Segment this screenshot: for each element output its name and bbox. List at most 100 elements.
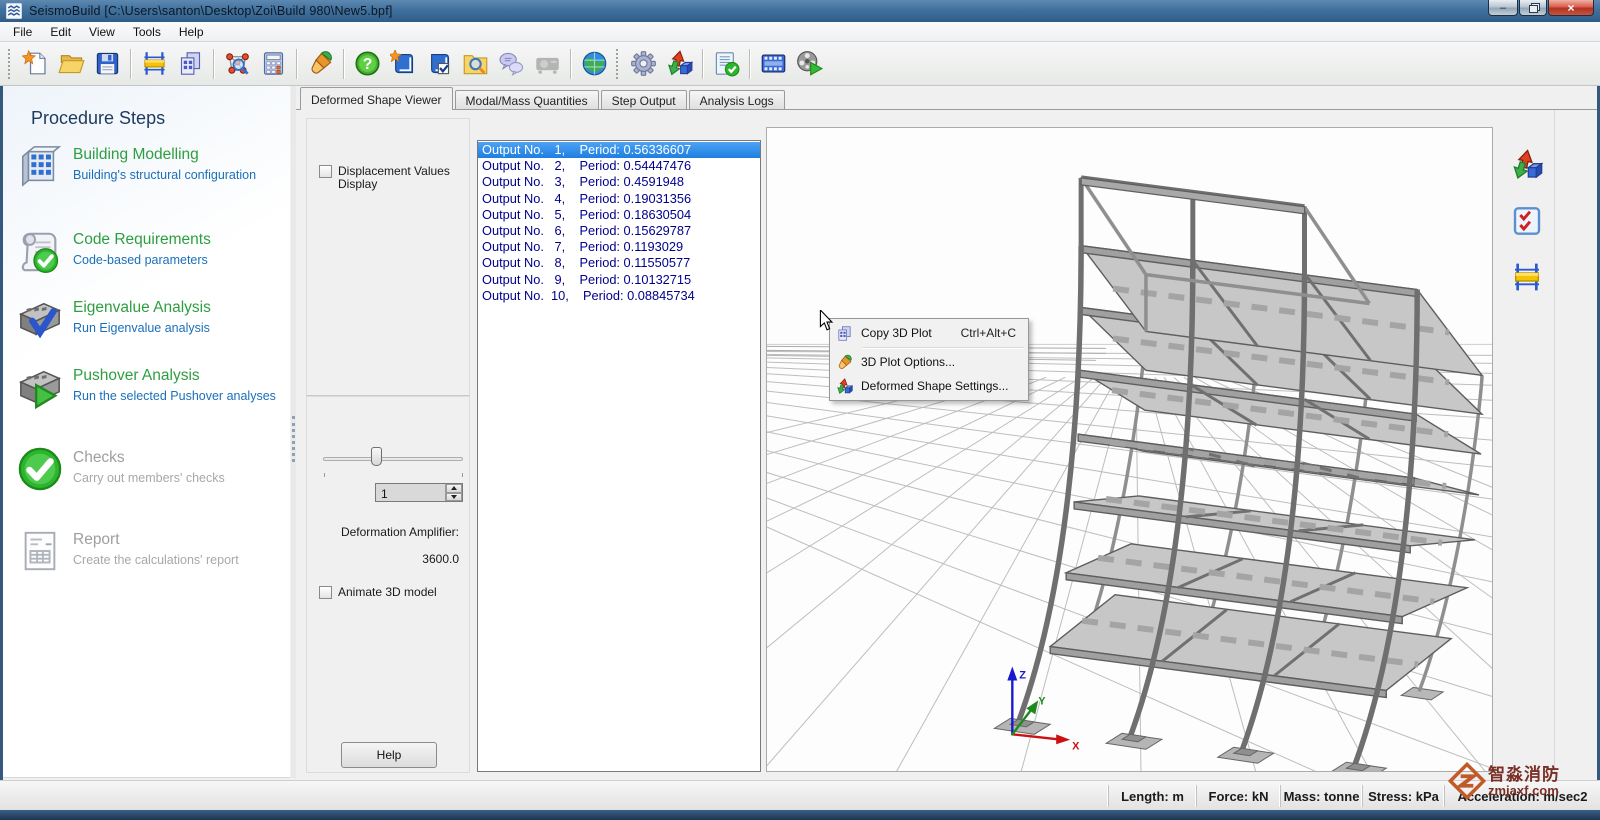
title-bar[interactable]: SeismoBuild [C:\Users\santon\Desktop\Zoi… xyxy=(0,0,1600,22)
output-list-item[interactable]: Output No. 8, Period: 0.11550577 xyxy=(478,255,760,271)
menu-tools[interactable]: Tools xyxy=(124,23,170,41)
green-check-icon xyxy=(17,446,63,492)
output-list-item[interactable]: Output No. 3, Period: 0.4591948 xyxy=(478,174,760,190)
restore-button[interactable] xyxy=(1519,0,1547,16)
step-report[interactable]: Report Create the calculations' report xyxy=(17,528,277,574)
displacement-values-checkbox[interactable] xyxy=(319,165,332,178)
projector-icon xyxy=(534,50,561,77)
deformation-amplifier-value: 3600.0 xyxy=(422,552,459,566)
deformation-controls-panel: 1 Deformation Amplifier: 3600.0 Animate … xyxy=(306,396,470,773)
step-code-requirements[interactable]: Code Requirements Code-based parameters xyxy=(17,228,277,274)
movie-reel-icon xyxy=(796,50,823,77)
deformed-shape-settings-side-button[interactable] xyxy=(1507,145,1547,185)
toolbar-grip-2[interactable] xyxy=(616,48,621,79)
mouse-cursor xyxy=(819,310,835,332)
book-star-icon xyxy=(390,50,417,77)
menu-edit[interactable]: Edit xyxy=(41,23,80,41)
book-check-icon xyxy=(426,50,453,77)
output-list-item[interactable]: Output No. 4, Period: 0.19031356 xyxy=(478,191,760,207)
open-project-button[interactable] xyxy=(53,46,89,82)
document-check-icon xyxy=(713,50,740,77)
plot-options-button[interactable] xyxy=(302,46,338,82)
step-checks[interactable]: Checks Carry out members' checks xyxy=(17,446,277,492)
output-list-item[interactable]: Output No. 2, Period: 0.54447476 xyxy=(478,158,760,174)
help-icon xyxy=(354,50,381,77)
copy-3d-plot-icon xyxy=(836,325,853,342)
restore-icon xyxy=(1528,4,1538,13)
step-slider-thumb[interactable] xyxy=(371,447,382,466)
paintbrush-icon xyxy=(307,50,334,77)
step-building-modelling[interactable]: Building Modelling Building's structural … xyxy=(17,143,277,189)
member-checks-side-button[interactable] xyxy=(1507,201,1547,241)
status-force-unit: Force: kN xyxy=(1196,785,1280,807)
website-button[interactable] xyxy=(576,46,612,82)
menu-bar: File Edit View Tools Help xyxy=(0,22,1600,42)
status-mass-unit: Mass: tonne xyxy=(1280,785,1362,807)
section-manager-button[interactable] xyxy=(136,46,172,82)
close-button[interactable]: × xyxy=(1548,0,1594,16)
calculator-icon xyxy=(260,50,287,77)
menu-help[interactable]: Help xyxy=(170,23,213,41)
spinner-up-button[interactable] xyxy=(446,484,462,493)
tab-analysis-logs[interactable]: Analysis Logs xyxy=(688,90,785,110)
create-animation-button[interactable] xyxy=(755,46,791,82)
tutorials-button[interactable] xyxy=(385,46,421,82)
folder-search-icon xyxy=(462,50,489,77)
calculator-button[interactable] xyxy=(255,46,291,82)
animate-3d-model-checkbox[interactable] xyxy=(319,586,332,599)
program-settings-button[interactable] xyxy=(625,46,661,82)
step-eigenvalue-analysis[interactable]: Eigenvalue Analysis Run Eigenvalue analys… xyxy=(17,296,277,342)
tab-deformed-shape-viewer[interactable]: Deformed Shape Viewer xyxy=(300,87,453,110)
menu-view[interactable]: View xyxy=(80,23,124,41)
step-spinner-value[interactable]: 1 xyxy=(376,484,445,501)
copy-documents-icon xyxy=(177,50,204,77)
animate-3d-model-label: Animate 3D model xyxy=(338,585,437,599)
toolbar-grip[interactable] xyxy=(8,48,13,79)
output-list-item[interactable]: Output No. 5, Period: 0.18630504 xyxy=(478,207,760,223)
status-length-unit: Length: m xyxy=(1108,785,1196,807)
chat-bubbles-icon xyxy=(498,50,525,77)
help-button-toolbar[interactable] xyxy=(349,46,385,82)
step-slider-track[interactable] xyxy=(323,457,463,461)
step-pushover-analysis[interactable]: Pushover Analysis Run the selected Pushov… xyxy=(17,364,277,410)
viewer-context-menu: Copy 3D Plot Ctrl+Alt+C 3D Plot Options.… xyxy=(829,318,1029,401)
beam-section-icon xyxy=(141,50,168,77)
beam-section-icon xyxy=(1511,261,1543,293)
status-bar: Length: m Force: kN Mass: tonne Stress: … xyxy=(0,780,1600,810)
context-3d-plot-options[interactable]: 3D Plot Options... xyxy=(832,350,1026,374)
output-list-item[interactable]: Output No. 6, Period: 0.15629787 xyxy=(478,223,760,239)
checklist-icon xyxy=(1511,205,1543,237)
copy-building-plot-button[interactable] xyxy=(172,46,208,82)
3d-viewport[interactable]: Z X Y Copy 3D Plot Ctrl+Alt+C 3D Plot Op… xyxy=(766,127,1493,772)
watermark-logo-icon xyxy=(1448,762,1486,800)
analysis-report-button[interactable] xyxy=(708,46,744,82)
help-button[interactable]: Help xyxy=(341,742,437,768)
example-browser-button[interactable] xyxy=(457,46,493,82)
minimize-button[interactable]: – xyxy=(1488,0,1518,16)
output-list-item[interactable]: Output No. 9, Period: 0.10132715 xyxy=(478,272,760,288)
output-list-item[interactable]: Output No. 10, Period: 0.08845734 xyxy=(478,288,760,304)
view-3d-model-button[interactable] xyxy=(219,46,255,82)
section-view-side-button[interactable] xyxy=(1507,257,1547,297)
output-list-item[interactable]: Output No. 1, Period: 0.56336607 xyxy=(478,142,760,159)
menu-file[interactable]: File xyxy=(4,23,41,41)
spinner-down-button[interactable] xyxy=(446,492,462,501)
svg-text:X: X xyxy=(1072,740,1080,752)
window-title: SeismoBuild [C:\Users\santon\Desktop\Zoi… xyxy=(29,4,393,18)
video-tutorial-button[interactable] xyxy=(791,46,827,82)
new-file-icon xyxy=(22,50,49,77)
tab-modal-mass-quantities[interactable]: Modal/Mass Quantities xyxy=(454,90,599,110)
save-project-button[interactable] xyxy=(89,46,125,82)
gear-icon xyxy=(630,50,657,77)
new-file-button[interactable] xyxy=(17,46,53,82)
output-list-item[interactable]: Output No. 7, Period: 0.1193029 xyxy=(478,239,760,255)
displacement-values-label: Displacement Values Display xyxy=(338,164,450,191)
forum-button[interactable] xyxy=(493,46,529,82)
eigenvalue-output-list[interactable]: Output No. 1, Period: 0.56336607 Output … xyxy=(477,140,761,772)
check-updates-button[interactable] xyxy=(421,46,457,82)
context-deformed-shape-settings[interactable]: Deformed Shape Settings... xyxy=(832,374,1026,398)
context-copy-3d-plot[interactable]: Copy 3D Plot Ctrl+Alt+C xyxy=(832,321,1026,345)
app-logo-icon xyxy=(6,3,22,19)
tab-step-output[interactable]: Step Output xyxy=(600,90,687,110)
deformed-shape-settings-button[interactable] xyxy=(661,46,697,82)
